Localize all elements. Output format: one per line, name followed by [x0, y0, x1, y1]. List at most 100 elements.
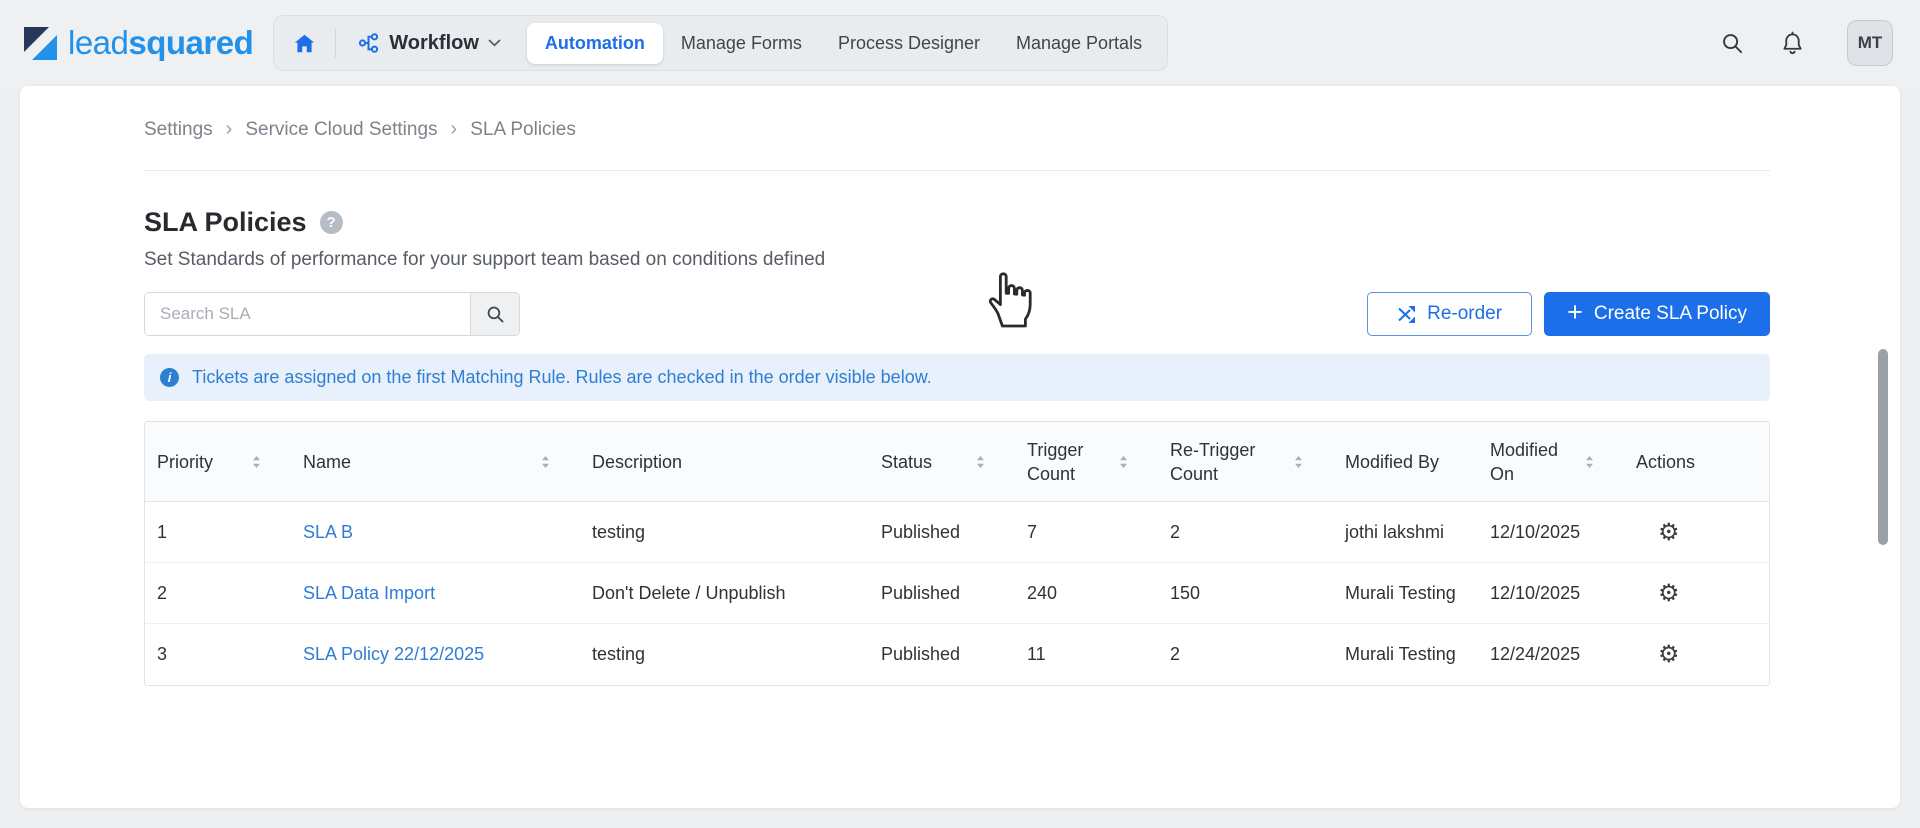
notifications-bell-icon[interactable]: [1777, 28, 1807, 58]
reorder-button[interactable]: Re-order: [1367, 292, 1533, 336]
retrigger-count-cell: 2: [1170, 644, 1181, 664]
tab-automation[interactable]: Automation: [526, 22, 663, 64]
main-content-card: Settings › Service Cloud Settings › SLA …: [20, 86, 1900, 808]
description-cell: Don't Delete / Unpublish: [592, 582, 786, 603]
gear-icon[interactable]: ⚙: [1636, 579, 1680, 608]
breadcrumb-separator-icon: ›: [225, 118, 233, 140]
title-row: SLA Policies ?: [144, 205, 1770, 239]
actions-cell: ⚙: [1624, 579, 1769, 608]
column-header-description: Description: [592, 451, 683, 472]
workflow-menu[interactable]: Workflow: [344, 32, 515, 55]
info-banner-text: Tickets are assigned on the first Matchi…: [192, 367, 932, 387]
gear-icon[interactable]: ⚙: [1636, 518, 1680, 547]
help-icon[interactable]: ?: [319, 210, 343, 234]
workflow-icon: [359, 33, 379, 53]
table-row: 1 SLA B testing Published 7 2 jothi lakshmi 12/…: [145, 502, 1769, 563]
table-row: 3 SLA Policy 22/12/2025 testing Published 11…: [145, 624, 1769, 685]
tab-process-designer[interactable]: Process Designer: [820, 23, 998, 64]
column-header-re-trigger-count[interactable]: Re-Trigger Count: [1158, 422, 1333, 501]
policy-name-link[interactable]: SLA Policy 22/12/2025: [303, 644, 484, 664]
breadcrumb: Settings › Service Cloud Settings › SLA …: [144, 86, 1770, 141]
modified-on-cell: 12/10/2025: [1490, 582, 1581, 603]
nav-divider: [335, 28, 337, 58]
reorder-icon: [1398, 305, 1416, 323]
gear-icon[interactable]: ⚙: [1636, 640, 1680, 669]
chevron-down-icon: [488, 39, 501, 47]
nav-tabs: Automation Manage Forms Process Designer…: [526, 22, 1160, 64]
breadcrumb-settings[interactable]: Settings: [144, 118, 213, 141]
tab-manage-forms[interactable]: Manage Forms: [663, 23, 820, 64]
info-icon: i: [160, 368, 179, 387]
column-header-name[interactable]: Name: [291, 422, 580, 501]
policy-name-link[interactable]: SLA B: [303, 522, 353, 542]
create-sla-policy-button[interactable]: + Create SLA Policy: [1544, 292, 1770, 336]
toolbar: Re-order + Create SLA Policy: [144, 292, 1770, 336]
plus-icon: +: [1567, 297, 1583, 327]
column-header-actions: Actions: [1636, 451, 1696, 472]
sort-icon: [253, 455, 260, 468]
search-icon[interactable]: [1717, 28, 1747, 58]
priority-cell: 3: [157, 644, 168, 664]
home-icon: [294, 34, 314, 52]
leadsquared-logo-text: leadsquared: [68, 24, 254, 61]
retrigger-count-cell: 2: [1170, 521, 1181, 542]
sort-icon: [1586, 455, 1593, 468]
retrigger-count-cell: 150: [1170, 582, 1201, 603]
actions-cell: ⚙: [1624, 518, 1769, 547]
user-avatar[interactable]: MT: [1847, 20, 1893, 66]
modified-on-cell: 12/24/2025: [1490, 644, 1581, 664]
priority-cell: 2: [157, 582, 168, 603]
table-body: 1 SLA B testing Published 7 2 jothi lakshmi 12/…: [145, 502, 1769, 685]
trigger-count-cell: 240: [1027, 582, 1058, 603]
column-header-priority[interactable]: Priority: [145, 422, 291, 501]
leadsquared-logo-icon: [24, 26, 57, 60]
reorder-button-label: Re-order: [1427, 303, 1503, 324]
trigger-count-cell: 11: [1027, 644, 1046, 664]
trigger-count-cell: 7: [1027, 521, 1038, 542]
tab-manage-portals[interactable]: Manage Portals: [998, 23, 1160, 64]
breadcrumb-sla-policies: SLA Policies: [470, 119, 576, 140]
search-button[interactable]: [470, 293, 519, 335]
breadcrumb-separator-icon: ›: [450, 118, 458, 140]
table-header-row: Priority Name Description Status Trigger Cou…: [145, 422, 1769, 502]
topbar: leadsquared Workflow Automation Manage F…: [0, 0, 1920, 86]
actions-cell: ⚙: [1624, 640, 1769, 669]
policy-name-link[interactable]: SLA Data Import: [303, 583, 435, 603]
magnifier-icon: [487, 306, 503, 322]
modified-by-cell: Murali Testing: [1345, 644, 1456, 664]
breadcrumb-service-cloud-settings[interactable]: Service Cloud Settings: [245, 118, 437, 141]
breadcrumb-divider: [144, 170, 1770, 171]
search-input[interactable]: [145, 293, 470, 335]
sort-icon: [1120, 455, 1127, 468]
scrollbar-thumb[interactable]: [1878, 349, 1888, 545]
name-cell: SLA B: [291, 522, 580, 543]
main-nav: Workflow Automation Manage Forms Process…: [273, 15, 1169, 71]
info-banner: i Tickets are assigned on the first Matc…: [144, 354, 1770, 401]
page-subtitle: Set Standards of performance for your su…: [144, 249, 826, 270]
description-cell: testing: [592, 521, 646, 542]
status-cell: Published: [881, 582, 961, 603]
home-button[interactable]: [281, 22, 327, 64]
modified-by-cell: Murali Testing: [1345, 582, 1456, 603]
column-header-trigger-count[interactable]: Trigger Count: [1015, 422, 1158, 501]
modified-on-cell: 12/10/2025: [1490, 521, 1581, 542]
leadsquared-logo[interactable]: leadsquared: [22, 24, 254, 62]
page-title: SLA Policies: [144, 207, 307, 237]
column-header-modified-on[interactable]: Modified On: [1478, 422, 1624, 501]
sort-icon: [1295, 455, 1302, 468]
topbar-right: MT: [1717, 20, 1893, 66]
name-cell: SLA Data Import: [291, 583, 580, 604]
column-header-modified-by: Modified By: [1345, 451, 1440, 472]
status-cell: Published: [881, 644, 961, 664]
sort-icon: [977, 455, 984, 468]
priority-cell: 1: [157, 521, 168, 542]
column-header-status[interactable]: Status: [869, 422, 1015, 501]
sla-search-box: [144, 292, 520, 336]
sort-icon: [542, 455, 549, 468]
table-row: 2 SLA Data Import Don't Delete / Unpublish…: [145, 563, 1769, 624]
status-cell: Published: [881, 521, 961, 542]
sla-policies-table: Priority Name Description Status Trigger Cou…: [144, 421, 1770, 686]
description-cell: testing: [592, 644, 646, 664]
create-button-label: Create SLA Policy: [1593, 303, 1747, 324]
workflow-label: Workflow: [389, 31, 479, 54]
